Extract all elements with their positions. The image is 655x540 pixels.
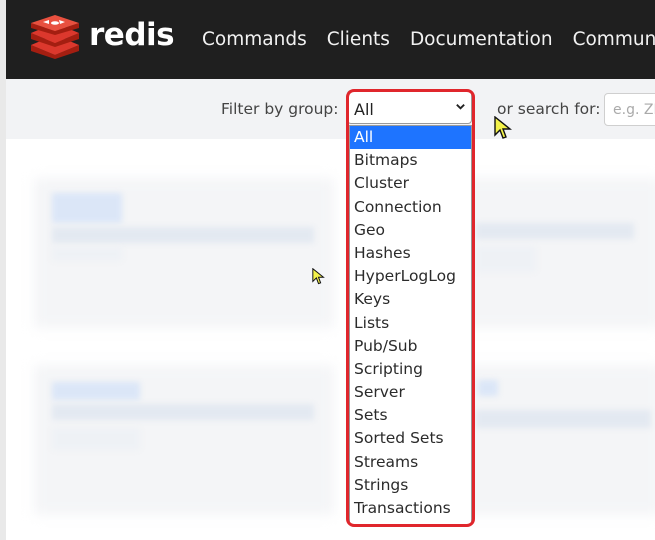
group-option-streams[interactable]: Streams [350,451,471,474]
nav-link-clients[interactable]: Clients [327,29,390,50]
brand-name: redis [89,16,175,53]
group-option-all[interactable]: All [350,126,471,150]
blurred-command-summary [52,404,314,420]
search-input[interactable]: e.g. ZR [604,93,655,126]
nav-link-commands[interactable]: Commands [202,29,307,50]
group-option-scripting[interactable]: Scripting [350,358,471,381]
group-option-transactions[interactable]: Transactions [350,497,471,520]
blurred-command-title [52,193,122,223]
group-options-list: All Bitmaps Cluster Connection Geo Hashe… [349,125,472,525]
nav-link-documentation[interactable]: Documentation [410,29,553,50]
group-option-server[interactable]: Server [350,381,471,404]
group-option-hashes[interactable]: Hashes [350,242,471,265]
redis-cube-logo-icon [31,15,79,59]
group-select[interactable]: All [347,90,472,124]
redis-commands-page: redis Commands Clients Documentation Com… [0,0,655,540]
top-navbar: redis Commands Clients Documentation Com… [6,0,655,79]
blurred-command-summary [476,410,651,428]
blurred-command-summary [52,227,314,243]
group-option-pubsub[interactable]: Pub/Sub [350,335,471,358]
group-option-hyperloglog[interactable]: HyperLogLog [350,265,471,288]
group-select-value: All [354,100,374,119]
group-option-connection[interactable]: Connection [350,196,471,219]
blurred-command-summary [52,247,122,261]
nav-link-community[interactable]: Community [573,29,655,50]
group-option-strings[interactable]: Strings [350,474,471,497]
blurred-command-summary [52,428,140,450]
group-option-cluster[interactable]: Cluster [350,172,471,195]
group-option-geo[interactable]: Geo [350,219,471,242]
filter-group-label: Filter by group: [221,100,339,118]
search-placeholder: e.g. ZR [613,102,655,118]
group-option-bitmaps[interactable]: Bitmaps [350,149,471,172]
chevron-down-icon [456,104,465,110]
filter-bar: Filter by group: All or search for: e.g.… [6,79,655,139]
blurred-command-title [52,382,140,400]
group-option-keys[interactable]: Keys [350,288,471,311]
redis-logo[interactable]: redis [29,15,175,59]
blurred-command-summary [476,223,634,239]
blurred-command-summary [476,246,536,272]
blurred-command-title [478,380,498,396]
group-option-lists[interactable]: Lists [350,312,471,335]
group-option-sets[interactable]: Sets [350,404,471,427]
group-option-sorted-sets[interactable]: Sorted Sets [350,427,471,450]
search-label: or search for: [497,100,601,118]
nav-links: Commands Clients Documentation Community [202,0,655,79]
